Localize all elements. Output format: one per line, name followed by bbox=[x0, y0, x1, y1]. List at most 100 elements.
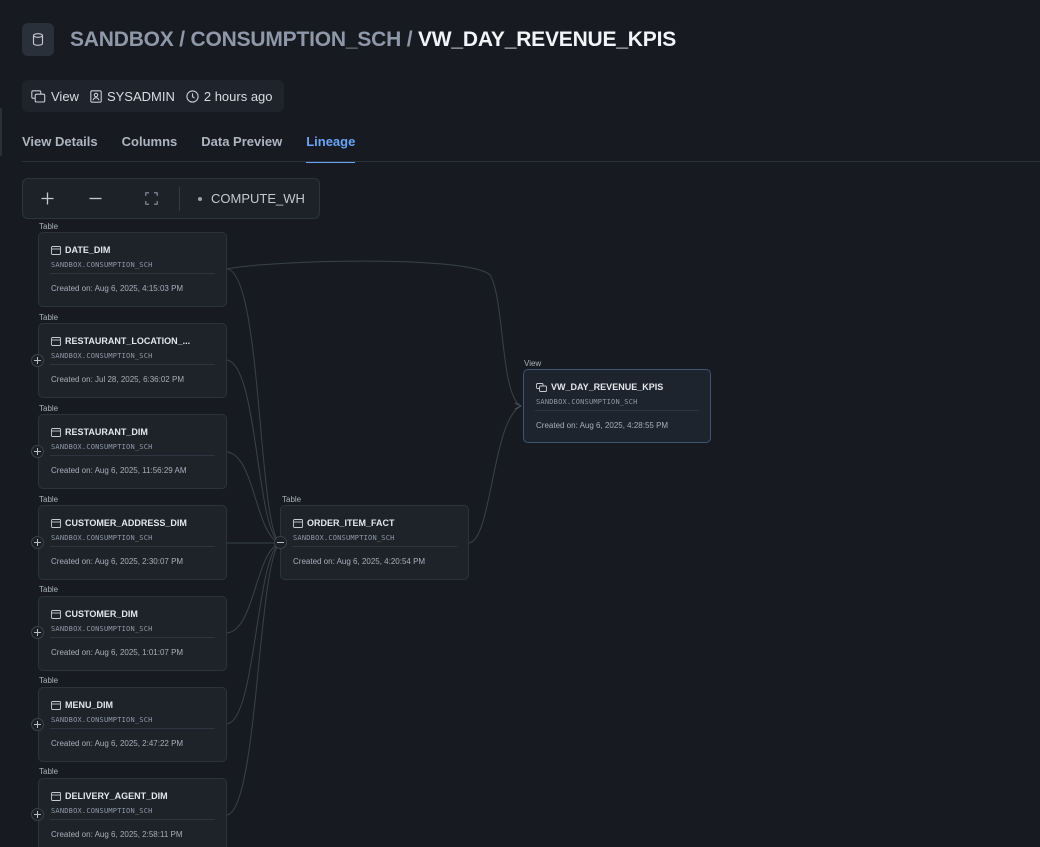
node-created: Created on: Aug 6, 2025, 2:58:11 PM bbox=[51, 830, 183, 839]
node-divider bbox=[50, 637, 215, 638]
tab-view-details[interactable]: View Details bbox=[22, 134, 98, 163]
edge-date-dim-to-view bbox=[226, 260, 522, 407]
node-schema: SANDBOX.CONSUMPTION_SCH bbox=[293, 534, 395, 542]
warehouse-status-dot bbox=[198, 196, 202, 201]
node-type-tag: Table bbox=[282, 495, 302, 504]
table-icon bbox=[51, 245, 61, 255]
side-panel-edge bbox=[0, 108, 2, 156]
clock-icon bbox=[186, 89, 199, 103]
node-divider bbox=[535, 410, 699, 411]
node-created: Created on: Aug 6, 2025, 11:56:29 AM bbox=[51, 466, 187, 475]
expand-upstream-button[interactable] bbox=[31, 808, 44, 821]
zoom-out-button[interactable] bbox=[71, 179, 119, 219]
node-schema: SANDBOX.CONSUMPTION_SCH bbox=[51, 807, 153, 815]
node-created: Created on: Jul 28, 2025, 6:36:02 PM bbox=[51, 375, 184, 384]
tab-lineage[interactable]: Lineage bbox=[306, 134, 356, 163]
node-divider bbox=[50, 728, 215, 729]
node-divider bbox=[50, 364, 215, 365]
expand-upstream-button[interactable] bbox=[31, 536, 44, 549]
node-schema: SANDBOX.CONSUMPTION_SCH bbox=[51, 716, 153, 724]
breadcrumb-database[interactable]: SANDBOX bbox=[70, 28, 174, 51]
tab-bar: View Details Columns Data Preview Lineag… bbox=[22, 134, 356, 163]
page-title: VW_DAY_REVENUE_KPIS bbox=[418, 28, 677, 51]
node-type-tag: Table bbox=[39, 676, 59, 685]
node-name: DATE_DIM bbox=[65, 245, 111, 255]
node-type-tag: View bbox=[524, 359, 542, 368]
node-created: Created on: Aug 6, 2025, 2:47:22 PM bbox=[51, 739, 184, 748]
node-name: MENU_DIM bbox=[65, 700, 114, 710]
view-icon bbox=[536, 382, 547, 392]
node-type-tag: Table bbox=[39, 585, 59, 594]
warehouse-selector[interactable]: COMPUTE_WH bbox=[198, 191, 305, 206]
tab-data-preview[interactable]: Data Preview bbox=[201, 134, 282, 163]
expand-upstream-button[interactable] bbox=[31, 626, 44, 639]
breadcrumb-separator: / bbox=[406, 28, 413, 51]
node-created: Created on: Aug 6, 2025, 4:28:55 PM bbox=[536, 421, 669, 430]
node-type-tag: Table bbox=[39, 222, 59, 231]
table-icon bbox=[51, 609, 61, 619]
breadcrumb-separator: / bbox=[179, 28, 185, 51]
node-name: ORDER_ITEM_FACT bbox=[307, 518, 395, 528]
minus-icon bbox=[277, 542, 284, 543]
object-meta-bar: View SYSADMIN 2 hours ago bbox=[22, 80, 284, 112]
node-name: RESTAURANT_LOCATION_... bbox=[65, 336, 191, 346]
node-created: Created on: Aug 6, 2025, 4:20:54 PM bbox=[293, 557, 426, 566]
table-icon bbox=[51, 700, 61, 710]
node-divider bbox=[50, 273, 215, 274]
node-created: Created on: Aug 6, 2025, 1:01:07 PM bbox=[51, 648, 184, 657]
edge-customer-dim-to-fact bbox=[226, 542, 281, 634]
table-icon bbox=[51, 336, 61, 346]
view-icon bbox=[31, 89, 46, 103]
node-name: RESTAURANT_DIM bbox=[65, 427, 148, 437]
table-icon bbox=[51, 791, 61, 801]
plus-icon bbox=[34, 811, 41, 818]
breadcrumb: SANDBOX / CONSUMPTION_SCH / VW_DAY_REVEN… bbox=[70, 28, 676, 52]
breadcrumb-schema[interactable]: CONSUMPTION_SCH bbox=[191, 28, 402, 51]
object-type-label: View bbox=[51, 88, 79, 104]
object-updated: 2 hours ago bbox=[186, 89, 273, 104]
object-owner: SYSADMIN bbox=[90, 89, 175, 104]
node-type-tag: Table bbox=[39, 313, 59, 322]
warehouse-label: COMPUTE_WH bbox=[211, 191, 305, 206]
edge-delivery-agent-to-fact bbox=[226, 542, 281, 816]
tab-columns[interactable]: Columns bbox=[122, 134, 178, 163]
expand-upstream-button[interactable] bbox=[31, 445, 44, 458]
node-schema: SANDBOX.CONSUMPTION_SCH bbox=[51, 443, 153, 451]
database-icon bbox=[32, 33, 44, 46]
expand-upstream-button[interactable] bbox=[31, 354, 44, 367]
plus-icon bbox=[34, 448, 41, 455]
expand-upstream-button[interactable] bbox=[31, 718, 44, 731]
node-type-tag: Table bbox=[39, 495, 59, 504]
fit-view-button[interactable] bbox=[127, 179, 175, 219]
node-name: CUSTOMER_DIM bbox=[65, 609, 138, 619]
plus-icon bbox=[41, 192, 53, 205]
plus-icon bbox=[34, 539, 41, 546]
table-icon bbox=[51, 427, 61, 437]
lineage-toolbar: COMPUTE_WH bbox=[22, 178, 320, 219]
node-type-tag: Table bbox=[39, 404, 59, 413]
node-divider bbox=[50, 546, 215, 547]
node-schema: SANDBOX.CONSUMPTION_SCH bbox=[536, 398, 638, 406]
table-icon bbox=[293, 518, 303, 528]
user-badge-icon bbox=[90, 89, 102, 103]
node-name: DELIVERY_AGENT_DIM bbox=[65, 791, 168, 801]
edge-fact-to-view bbox=[468, 405, 522, 544]
plus-icon bbox=[34, 721, 41, 728]
zoom-in-button[interactable] bbox=[23, 179, 71, 219]
database-badge bbox=[22, 23, 54, 56]
tab-divider bbox=[22, 161, 1040, 162]
toolbar-separator bbox=[179, 186, 180, 211]
node-schema: SANDBOX.CONSUMPTION_SCH bbox=[51, 625, 153, 633]
fit-screen-icon bbox=[144, 192, 158, 205]
node-name: CUSTOMER_ADDRESS_DIM bbox=[65, 518, 187, 528]
object-type: View bbox=[31, 89, 79, 104]
edge-restaurant-dim-to-fact bbox=[226, 451, 281, 544]
collapse-upstream-button[interactable] bbox=[274, 536, 287, 549]
node-schema: SANDBOX.CONSUMPTION_SCH bbox=[51, 261, 153, 269]
edge-date-dim-to-fact bbox=[226, 268, 281, 544]
updated-label: 2 hours ago bbox=[203, 88, 273, 104]
node-type-tag: Table bbox=[39, 767, 59, 776]
node-divider bbox=[50, 455, 215, 456]
table-icon bbox=[51, 518, 61, 528]
node-created: Created on: Aug 6, 2025, 4:15:03 PM bbox=[51, 284, 184, 293]
